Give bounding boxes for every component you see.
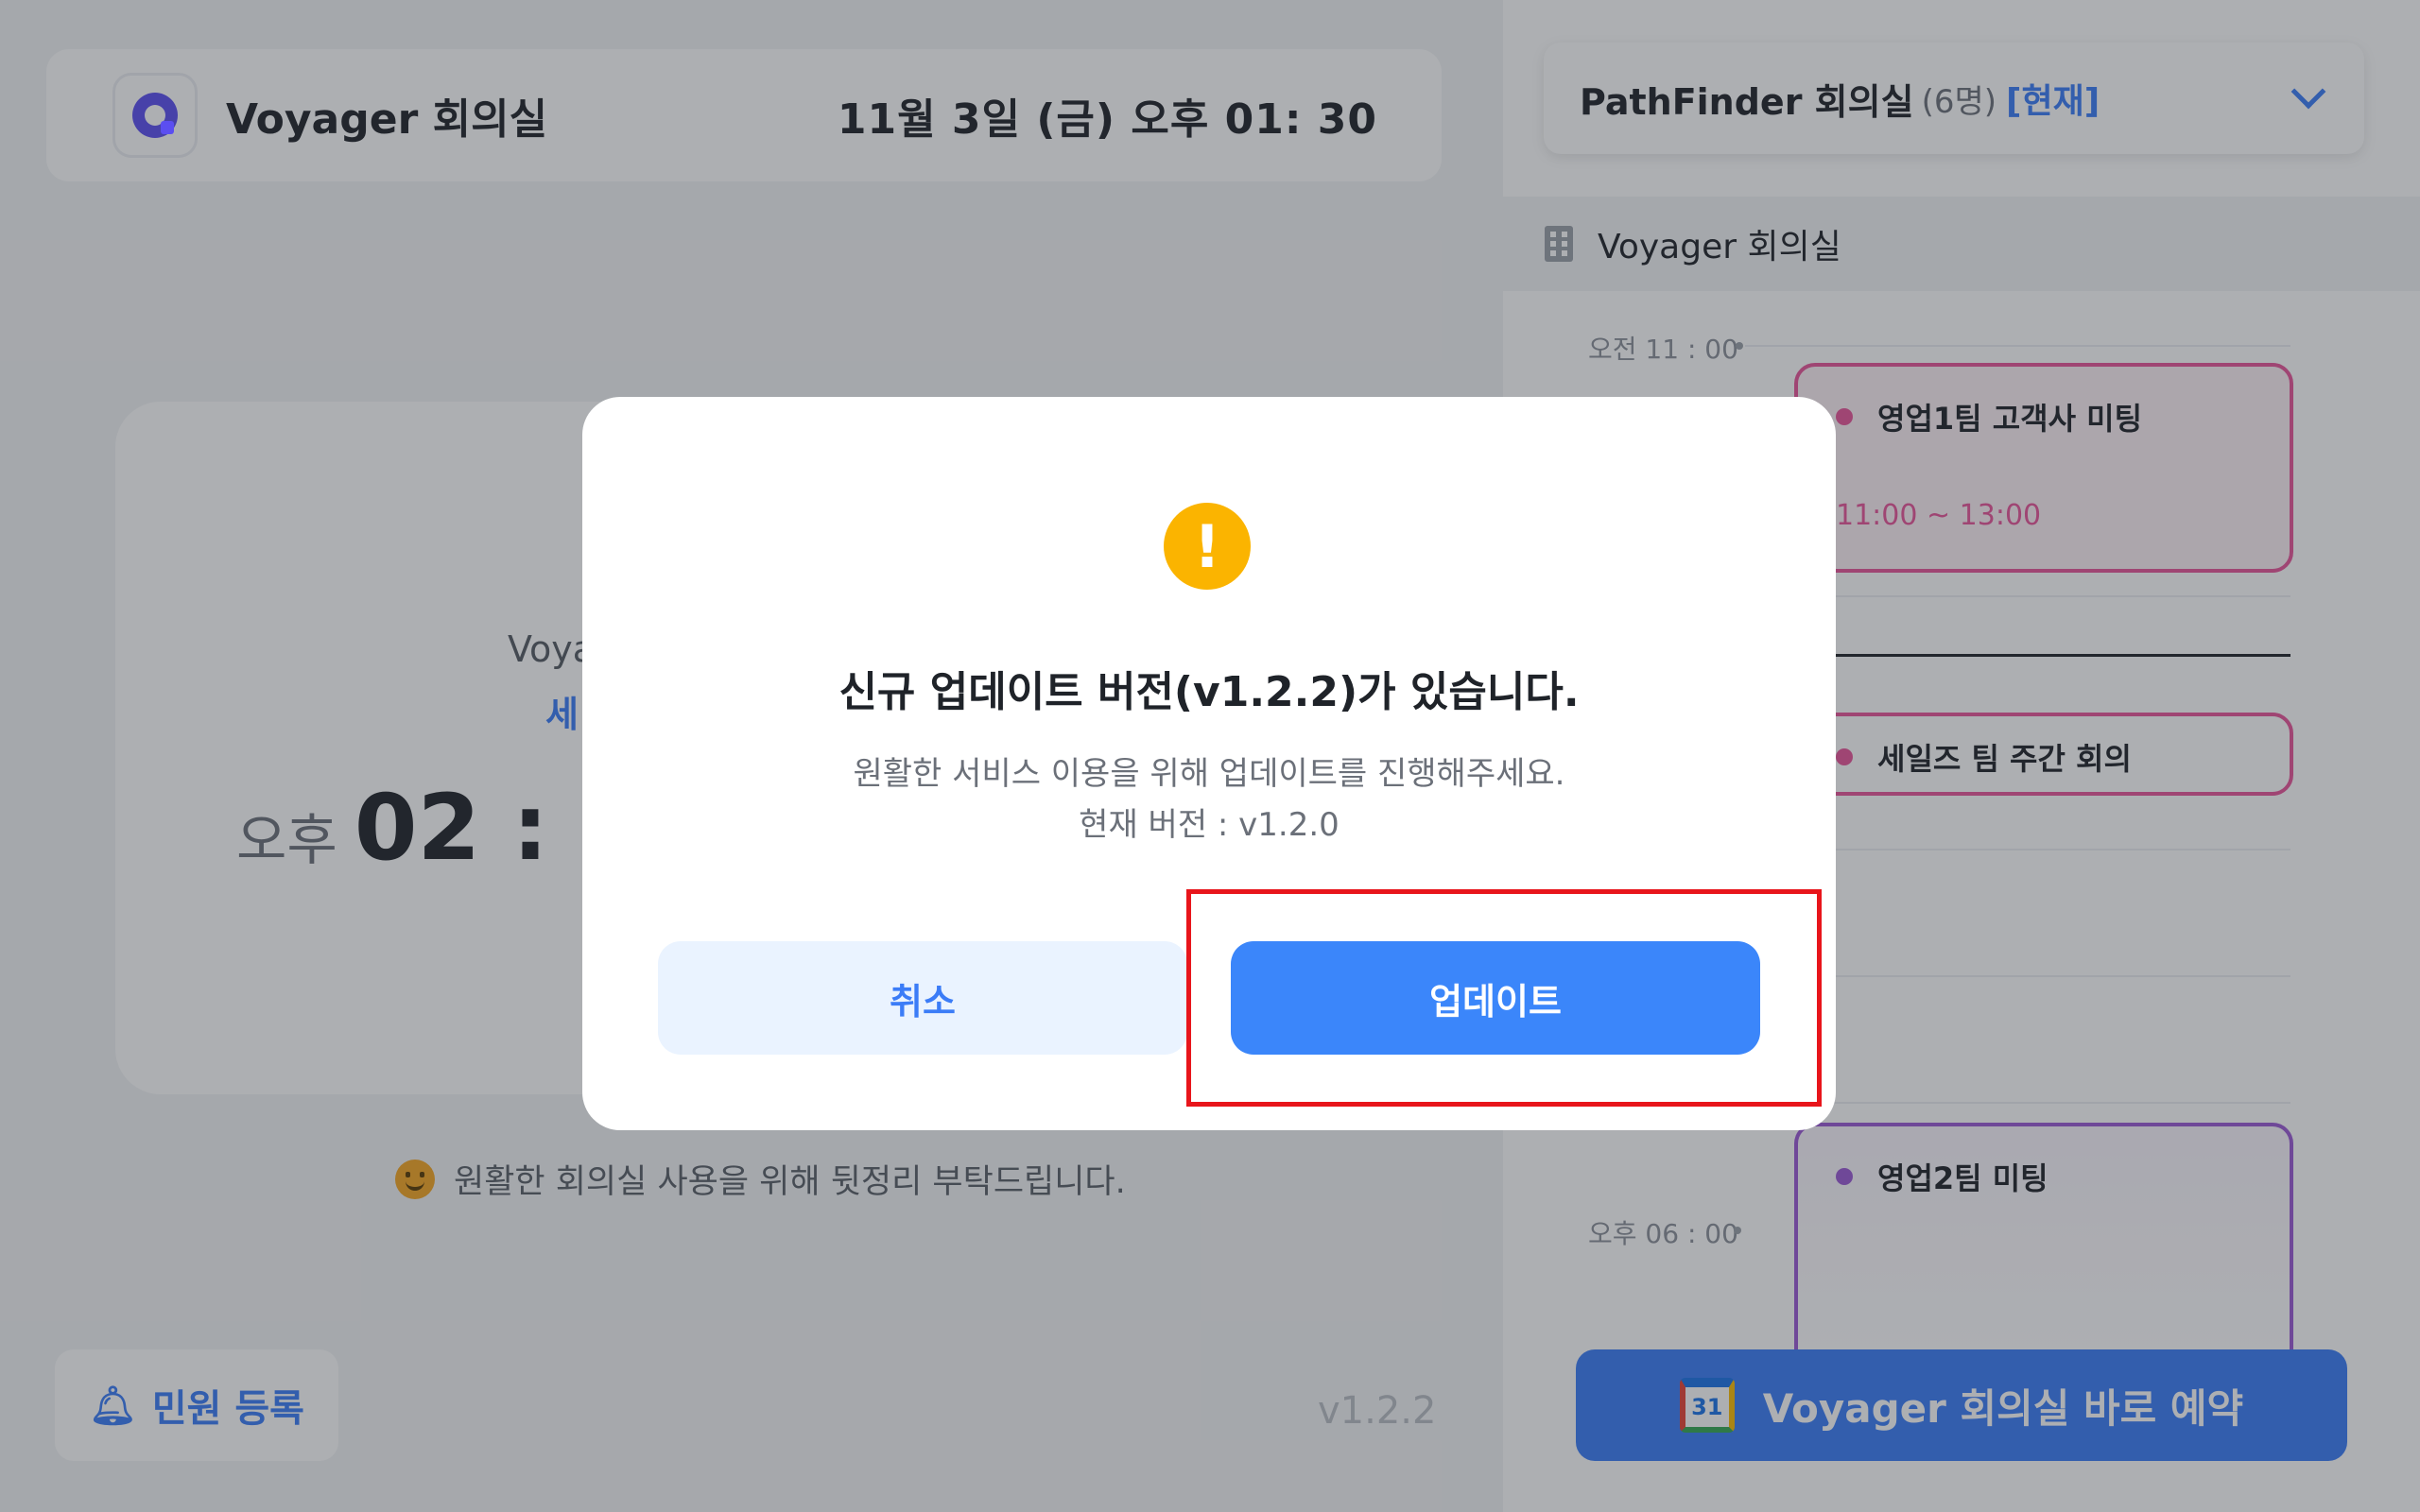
cancel-button[interactable]: 취소	[658, 941, 1187, 1055]
update-dialog: ! 신규 업데이트 버전(v1.2.2)가 있습니다. 원활한 서비스 이용을 …	[582, 397, 1836, 1130]
dialog-title: 신규 업데이트 버전(v1.2.2)가 있습니다.	[838, 668, 1580, 716]
update-button[interactable]: 업데이트	[1231, 941, 1760, 1055]
dialog-description: 원활한 서비스 이용을 위해 업데이트를 진행해주세요. 현재 버전 : v1.…	[582, 748, 1836, 850]
dialog-description-line: 원활한 서비스 이용을 위해 업데이트를 진행해주세요.	[853, 755, 1565, 793]
dialog-current-version: 현재 버전 : v1.2.0	[1079, 806, 1340, 844]
warning-icon: !	[1164, 503, 1251, 590]
